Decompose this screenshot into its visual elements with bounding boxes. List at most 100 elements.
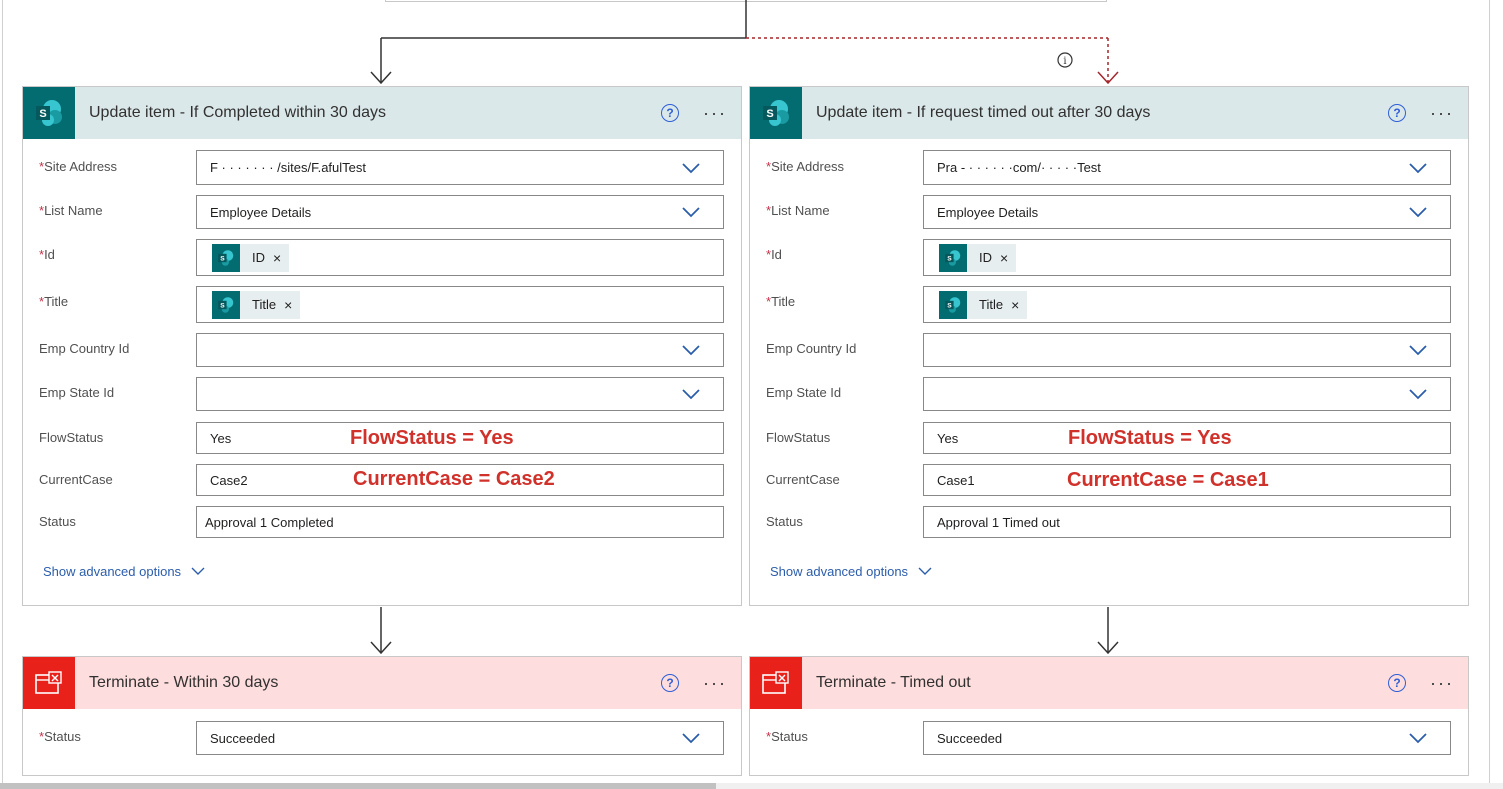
chevron-down-icon xyxy=(918,567,932,575)
title-input[interactable]: S Title × xyxy=(196,286,724,323)
sharepoint-icon: S xyxy=(212,243,240,272)
title-label: *Title xyxy=(39,294,69,309)
chevron-down-icon xyxy=(1409,162,1427,173)
card-header[interactable]: Terminate - Within 30 days ? ··· xyxy=(23,657,741,709)
show-advanced-options-link[interactable]: Show advanced options xyxy=(43,564,205,579)
chevron-down-icon xyxy=(1409,345,1427,356)
help-icon[interactable]: ? xyxy=(661,674,680,692)
currentcase-annotation: CurrentCase = Case2 xyxy=(353,468,555,490)
id-label: *Id xyxy=(766,247,782,262)
update-item-card-timed-out[interactable]: S Update item - If request timed out aft… xyxy=(749,86,1469,606)
svg-text:S: S xyxy=(220,302,225,309)
svg-text:S: S xyxy=(947,255,952,262)
update-item-card-completed[interactable]: S Update item - If Completed within 30 d… xyxy=(22,86,742,606)
card-header[interactable]: S Update item - If Completed within 30 d… xyxy=(23,87,741,139)
sharepoint-icon: S xyxy=(212,290,240,319)
svg-text:S: S xyxy=(220,255,225,262)
status-input[interactable]: Approval 1 Timed out xyxy=(923,506,1451,538)
terminate-card-timed-out[interactable]: Terminate - Timed out ? ··· *Status Succ… xyxy=(749,656,1469,776)
chevron-down-icon xyxy=(682,733,700,744)
help-icon[interactable]: ? xyxy=(1388,104,1407,122)
chevron-down-icon xyxy=(682,162,700,173)
card-header[interactable]: S Update item - If request timed out aft… xyxy=(750,87,1468,139)
chevron-down-icon xyxy=(1409,207,1427,218)
emp-state-id-label: Emp State Id xyxy=(766,385,842,400)
site-address-label: *Site Address xyxy=(766,159,845,174)
sharepoint-icon: S xyxy=(750,87,802,139)
site-address-label: *Site Address xyxy=(39,159,118,174)
dynamic-content-token-title[interactable]: S Title × xyxy=(939,290,1028,319)
remove-token-icon[interactable]: × xyxy=(1011,297,1019,313)
sharepoint-icon: S xyxy=(23,87,75,139)
card-title[interactable]: Terminate - Within 30 days xyxy=(89,674,661,692)
site-address-dropdown[interactable]: Pra - · · · · · ·com/· · · · ·Test xyxy=(923,150,1451,185)
emp-state-id-dropdown[interactable] xyxy=(923,377,1451,411)
id-input[interactable]: S ID × xyxy=(923,239,1451,276)
scrollbar-thumb[interactable] xyxy=(0,783,716,789)
remove-token-icon[interactable]: × xyxy=(273,250,281,266)
help-icon[interactable]: ? xyxy=(1388,674,1407,692)
chevron-down-icon xyxy=(191,567,205,575)
flowstatus-label: FlowStatus xyxy=(766,430,831,445)
svg-text:i: i xyxy=(1063,56,1066,67)
emp-country-id-label: Emp Country Id xyxy=(39,341,130,356)
status-label: *Status xyxy=(39,729,81,744)
emp-state-id-label: Emp State Id xyxy=(39,385,115,400)
id-label: *Id xyxy=(39,247,55,262)
svg-text:S: S xyxy=(766,108,773,120)
more-options-icon[interactable]: ··· xyxy=(1430,674,1454,692)
terminate-icon xyxy=(750,657,802,709)
emp-state-id-dropdown[interactable] xyxy=(196,377,724,411)
currentcase-annotation: CurrentCase = Case1 xyxy=(1067,469,1269,491)
sharepoint-icon: S xyxy=(939,243,967,272)
chevron-down-icon xyxy=(1409,733,1427,744)
card-title[interactable]: Update item - If Completed within 30 day… xyxy=(89,104,661,122)
chevron-down-icon xyxy=(682,345,700,356)
card-header[interactable]: Terminate - Timed out ? ··· xyxy=(750,657,1468,709)
terminate-card-within-30-days[interactable]: Terminate - Within 30 days ? ··· *Status… xyxy=(22,656,742,776)
emp-country-id-dropdown[interactable] xyxy=(923,333,1451,367)
status-input[interactable]: Approval 1 Completed xyxy=(196,506,724,538)
flowstatus-annotation: FlowStatus = Yes xyxy=(350,427,514,449)
currentcase-label: CurrentCase xyxy=(39,472,113,487)
chevron-down-icon xyxy=(1409,389,1427,400)
emp-country-id-label: Emp Country Id xyxy=(766,341,857,356)
terminate-icon xyxy=(23,657,75,709)
dynamic-content-token-id[interactable]: S ID × xyxy=(212,243,290,272)
dynamic-content-token-title[interactable]: S Title × xyxy=(212,290,301,319)
status-dropdown[interactable]: Succeeded xyxy=(923,721,1451,755)
more-options-icon[interactable]: ··· xyxy=(703,674,727,692)
site-address-dropdown[interactable]: F · · · · · · · /sites/F.afulTest xyxy=(196,150,724,185)
emp-country-id-dropdown[interactable] xyxy=(196,333,724,367)
card-title[interactable]: Terminate - Timed out xyxy=(816,674,1388,692)
chevron-down-icon xyxy=(682,207,700,218)
list-name-label: *List Name xyxy=(766,203,830,218)
svg-text:S: S xyxy=(947,302,952,309)
horizontal-scrollbar[interactable] xyxy=(0,783,1503,789)
more-options-icon[interactable]: ··· xyxy=(703,104,727,122)
chevron-down-icon xyxy=(682,389,700,400)
status-dropdown[interactable]: Succeeded xyxy=(196,721,724,755)
card-title[interactable]: Update item - If request timed out after… xyxy=(816,104,1388,122)
info-icon[interactable]: i xyxy=(1057,52,1073,68)
remove-token-icon[interactable]: × xyxy=(1000,250,1008,266)
status-label: Status xyxy=(766,514,803,529)
currentcase-label: CurrentCase xyxy=(766,472,840,487)
title-input[interactable]: S Title × xyxy=(923,286,1451,323)
status-label: Status xyxy=(39,514,76,529)
list-name-label: *List Name xyxy=(39,203,103,218)
flowstatus-label: FlowStatus xyxy=(39,430,104,445)
title-label: *Title xyxy=(766,294,796,309)
id-input[interactable]: S ID × xyxy=(196,239,724,276)
help-icon[interactable]: ? xyxy=(661,104,680,122)
list-name-dropdown[interactable]: Employee Details xyxy=(923,195,1451,229)
svg-text:S: S xyxy=(39,108,46,120)
flowstatus-annotation: FlowStatus = Yes xyxy=(1068,427,1232,449)
more-options-icon[interactable]: ··· xyxy=(1430,104,1454,122)
dynamic-content-token-id[interactable]: S ID × xyxy=(939,243,1017,272)
remove-token-icon[interactable]: × xyxy=(284,297,292,313)
sharepoint-icon: S xyxy=(939,290,967,319)
list-name-dropdown[interactable]: Employee Details xyxy=(196,195,724,229)
status-label: *Status xyxy=(766,729,808,744)
show-advanced-options-link[interactable]: Show advanced options xyxy=(770,564,932,579)
